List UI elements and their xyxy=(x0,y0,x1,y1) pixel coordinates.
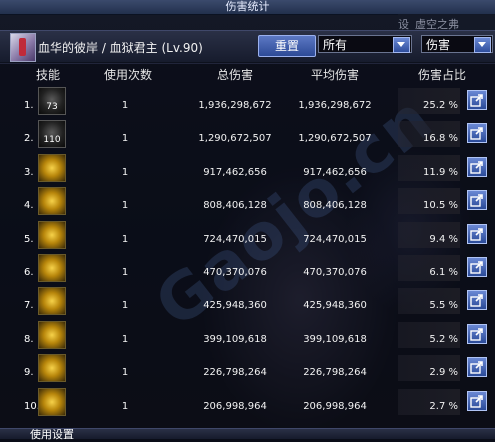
damage-ratio: 5.5 % xyxy=(429,300,458,312)
pierce-icon xyxy=(38,287,66,316)
uses-count: 1 xyxy=(121,400,129,412)
character-avatar xyxy=(10,33,36,62)
row-number: 9. xyxy=(24,367,34,379)
table-row: 1. 73 1 1,936,298,672 1,936,298,672 25.2 % xyxy=(0,86,495,118)
grab-icon xyxy=(38,320,66,349)
open-detail-icon[interactable] xyxy=(467,323,487,344)
average-damage: 724,470,015 xyxy=(303,233,367,245)
damage-ratio: 6.1 % xyxy=(429,267,458,278)
table-row: 7. 1 425,948,360 425,948,360 5.5 % xyxy=(0,286,495,318)
total-damage: 425,948,360 xyxy=(203,300,267,312)
open-detail-icon[interactable] xyxy=(467,90,487,110)
filter-select[interactable]: 所有 xyxy=(318,35,412,53)
total-damage: 470,370,076 xyxy=(203,267,267,278)
column-header-skill: 技能 xyxy=(35,68,60,82)
uses-count: 1 xyxy=(121,367,129,379)
beast-head-icon xyxy=(38,220,66,249)
uses-count: 1 xyxy=(121,200,129,212)
dragon-claw-icon xyxy=(38,254,66,282)
row-number: 8. xyxy=(24,333,34,345)
table-row: 10. 1 206,998,964 206,998,964 2.7 % xyxy=(0,387,495,419)
total-damage: 206,998,964 xyxy=(203,400,267,412)
uses-count: 1 xyxy=(121,300,129,312)
uses-count: 1 xyxy=(121,333,129,345)
average-damage: 1,290,672,507 xyxy=(298,133,372,145)
row-number: 4. xyxy=(24,200,34,212)
skill-count-badge: 110 xyxy=(43,135,61,146)
claw-slash-icon xyxy=(38,153,66,182)
row-number: 6. xyxy=(24,267,34,278)
header-bar: 血华的彼岸 / 血狱君主 (Lv.90) 重置 所有 伤害 xyxy=(0,30,495,64)
damage-ratio: 11.9 % xyxy=(423,166,458,178)
whirl-icon xyxy=(38,387,66,416)
wave-slash-icon xyxy=(38,354,66,383)
open-detail-icon[interactable] xyxy=(467,223,487,244)
open-detail-icon[interactable] xyxy=(467,357,487,378)
table-row: 5. 1 724,470,015 724,470,015 9.4 % xyxy=(0,220,495,252)
column-header-total: 总伤害 xyxy=(216,68,253,82)
table-row: 9. 1 226,798,264 226,798,264 2.9 % xyxy=(0,353,495,385)
total-damage: 1,936,298,672 xyxy=(198,100,272,111)
damage-ratio: 2.9 % xyxy=(429,367,458,379)
skill-count-badge: 73 xyxy=(46,102,58,112)
table-row: 2. 110 1 1,290,672,507 1,290,672,507 16.8 % xyxy=(0,119,495,151)
open-detail-icon[interactable] xyxy=(467,290,487,311)
uses-count: 1 xyxy=(121,166,129,178)
damage-ratio: 10.5 % xyxy=(423,200,458,212)
row-number: 2. xyxy=(24,133,34,145)
burst-icon xyxy=(38,187,66,216)
filter-select-value: 所有 xyxy=(323,38,348,52)
damage-ratio: 2.7 % xyxy=(429,400,458,412)
table-row: 3. 1 917,462,656 917,462,656 11.9 % xyxy=(0,153,495,185)
damage-ratio: 25.2 % xyxy=(423,100,458,111)
total-damage: 808,406,128 xyxy=(203,200,267,212)
damage-ratio: 16.8 % xyxy=(423,133,458,145)
uses-count: 1 xyxy=(121,100,129,111)
open-detail-icon[interactable] xyxy=(467,190,487,211)
row-number: 1. xyxy=(24,100,34,111)
usage-settings-label: 使用设置 xyxy=(30,428,74,441)
chevron-down-icon[interactable] xyxy=(474,37,491,53)
total-damage: 917,462,656 xyxy=(203,166,267,178)
footer-bar: 使用设置 xyxy=(0,428,495,441)
damage-ratio: 5.2 % xyxy=(429,333,458,345)
chevron-down-icon[interactable] xyxy=(393,37,410,53)
open-detail-icon[interactable] xyxy=(467,123,487,144)
total-damage: 399,109,618 xyxy=(203,333,267,345)
average-damage: 399,109,618 xyxy=(303,333,367,345)
table-row: 6. 1 470,370,076 470,370,076 6.1 % xyxy=(0,253,495,285)
open-detail-icon[interactable] xyxy=(467,257,487,277)
average-damage: 206,998,964 xyxy=(303,400,367,412)
total-damage: 1,290,672,507 xyxy=(198,133,272,145)
average-damage: 425,948,360 xyxy=(303,300,367,312)
average-damage: 1,936,298,672 xyxy=(298,100,372,111)
row-number: 7. xyxy=(24,300,34,312)
row-number: 5. xyxy=(24,233,34,245)
type-select[interactable]: 伤害 xyxy=(421,35,493,53)
uses-count: 1 xyxy=(121,133,129,145)
uses-count: 1 xyxy=(121,233,129,245)
uses-count: 1 xyxy=(121,267,129,278)
type-select-value: 伤害 xyxy=(426,38,451,52)
total-damage: 226,798,264 xyxy=(203,367,267,379)
average-damage: 917,462,656 xyxy=(303,166,367,178)
table-row: 8. 1 399,109,618 399,109,618 5.2 % xyxy=(0,320,495,352)
table-row: 4. 1 808,406,128 808,406,128 10.5 % xyxy=(0,186,495,218)
total-damage: 724,470,015 xyxy=(203,233,267,245)
column-header-uses: 使用次数 xyxy=(103,68,152,82)
skill-73-icon: 73 xyxy=(38,87,66,115)
row-number: 3. xyxy=(24,166,34,178)
average-damage: 808,406,128 xyxy=(303,200,367,212)
average-damage: 226,798,264 xyxy=(303,367,367,379)
column-header-avg: 平均伤害 xyxy=(310,68,359,82)
damage-ratio: 9.4 % xyxy=(429,233,458,245)
average-damage: 470,370,076 xyxy=(303,267,367,278)
window-title: 伤害统计 xyxy=(0,0,495,15)
skill-110-icon: 110 xyxy=(38,120,66,149)
character-name: 血华的彼岸 / 血狱君主 (Lv.90) xyxy=(38,41,203,55)
open-detail-icon[interactable] xyxy=(467,156,487,177)
open-detail-icon[interactable] xyxy=(467,390,487,411)
column-header-ratio: 伤害占比 xyxy=(417,68,466,82)
reset-button[interactable]: 重置 xyxy=(258,35,316,57)
